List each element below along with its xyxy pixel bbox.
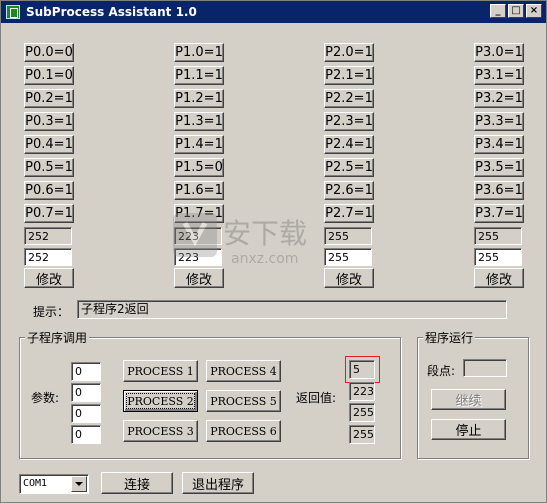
- port-p3-modify-button[interactable]: 修改: [474, 268, 524, 288]
- port-p0-input-field[interactable]: 252: [24, 248, 72, 266]
- port-p2-input-field[interactable]: 255: [324, 248, 372, 266]
- port-bit-p0-3-button[interactable]: P0.3=1: [24, 112, 74, 131]
- com-port-value: COM1: [23, 478, 48, 489]
- port-p3-input-field[interactable]: 255: [474, 248, 522, 266]
- run-group-title: 程序运行: [423, 329, 476, 346]
- port-bit-p1-3-button[interactable]: P1.3=1: [174, 112, 224, 131]
- close-button[interactable]: ×: [526, 4, 542, 18]
- port-bit-p1-1-button[interactable]: P1.1=1: [174, 66, 224, 85]
- port-bit-p1-7-button[interactable]: P1.7=1: [174, 204, 224, 223]
- port-bit-p0-2-button[interactable]: P0.2=1: [24, 89, 74, 108]
- return-highlight-box: [345, 356, 380, 383]
- hint-label: 提示：: [33, 305, 70, 319]
- breakpoint-label: 段点:: [427, 364, 456, 378]
- connect-button[interactable]: 连接: [101, 472, 173, 494]
- port-bit-p2-5-button[interactable]: P2.5=1: [324, 158, 374, 177]
- port-p2-modify-button[interactable]: 修改: [324, 268, 374, 288]
- port-bit-p0-0-button[interactable]: P0.0=0: [24, 43, 74, 62]
- exit-button[interactable]: 退出程序: [182, 472, 254, 494]
- stop-button[interactable]: 停止: [431, 419, 506, 440]
- chevron-down-icon[interactable]: [71, 476, 87, 492]
- port-bit-p0-1-button[interactable]: P0.1=0: [24, 66, 74, 85]
- return-value-2: 223: [349, 382, 375, 401]
- param-1-field[interactable]: 0: [71, 362, 101, 381]
- port-p3-current-value: 255: [474, 227, 522, 245]
- return-value-3: 255: [349, 403, 375, 422]
- app-window: SubProcess Assistant 1.0 _ □ × P0.0=0 P0.…: [0, 0, 547, 503]
- port-bit-p1-2-button[interactable]: P1.2=1: [174, 89, 224, 108]
- app-icon: [6, 5, 20, 19]
- port-bit-p0-4-button[interactable]: P0.4=1: [24, 135, 74, 154]
- continue-button[interactable]: 继续: [431, 389, 506, 410]
- port-bit-p1-0-button[interactable]: P1.0=1: [174, 43, 224, 62]
- process-4-button[interactable]: PROCESS 4: [206, 360, 281, 382]
- title-bar[interactable]: SubProcess Assistant 1.0 _ □ ×: [1, 1, 546, 23]
- port-bit-p2-4-button[interactable]: P2.4=1: [324, 135, 374, 154]
- maximize-button[interactable]: □: [508, 4, 524, 18]
- port-bit-p3-7-button[interactable]: P3.7=1: [474, 204, 524, 223]
- port-p0-modify-button[interactable]: 修改: [24, 268, 74, 288]
- param-4-field[interactable]: 0: [71, 425, 101, 444]
- port-bit-p1-6-button[interactable]: P1.6=1: [174, 181, 224, 200]
- port-bit-p1-5-button[interactable]: P1.5=0: [174, 158, 224, 177]
- port-bit-p2-2-button[interactable]: P2.2=1: [324, 89, 374, 108]
- subroutine-group-title: 子程序调用: [25, 329, 90, 346]
- port-bit-p2-0-button[interactable]: P2.0=1: [324, 43, 374, 62]
- port-bit-p2-3-button[interactable]: P2.3=1: [324, 112, 374, 131]
- process-6-button[interactable]: PROCESS 6: [206, 420, 281, 442]
- process-5-button[interactable]: PROCESS 5: [206, 390, 281, 412]
- window-title: SubProcess Assistant 1.0: [26, 5, 197, 19]
- process-2-button[interactable]: PROCESS 2: [123, 390, 198, 412]
- process-3-button[interactable]: PROCESS 3: [123, 420, 198, 442]
- params-label: 参数:: [31, 391, 60, 405]
- port-bit-p3-6-button[interactable]: P3.6=1: [474, 181, 524, 200]
- port-bit-p1-4-button[interactable]: P1.4=1: [174, 135, 224, 154]
- port-bit-p0-6-button[interactable]: P0.6=1: [24, 181, 74, 200]
- watermark-text-main: 安下载: [223, 217, 307, 250]
- watermark-text-url: anxz.com: [231, 251, 298, 267]
- port-p0-current-value: 252: [24, 227, 72, 245]
- port-p2-current-value: 255: [324, 227, 372, 245]
- param-2-field[interactable]: 0: [71, 383, 101, 402]
- port-bit-p3-4-button[interactable]: P3.4=1: [474, 135, 524, 154]
- port-p1-input-field[interactable]: 223: [174, 248, 222, 266]
- port-bit-p2-6-button[interactable]: P2.6=1: [324, 181, 374, 200]
- port-p1-current-value: 223: [174, 227, 222, 245]
- minimize-button[interactable]: _: [490, 4, 506, 18]
- param-3-field[interactable]: 0: [71, 404, 101, 423]
- port-bit-p3-5-button[interactable]: P3.5=1: [474, 158, 524, 177]
- port-bit-p3-3-button[interactable]: P3.3=1: [474, 112, 524, 131]
- breakpoint-field: [463, 359, 507, 377]
- hint-field: 子程序2返回: [77, 300, 507, 319]
- port-bit-p0-5-button[interactable]: P0.5=1: [24, 158, 74, 177]
- port-bit-p2-7-button[interactable]: P2.7=1: [324, 204, 374, 223]
- return-label: 返回值:: [296, 391, 337, 405]
- port-bit-p0-7-button[interactable]: P0.7=1: [24, 204, 74, 223]
- return-value-4: 255: [349, 425, 375, 444]
- port-bit-p3-1-button[interactable]: P3.1=1: [474, 66, 524, 85]
- port-bit-p3-2-button[interactable]: P3.2=1: [474, 89, 524, 108]
- com-port-select[interactable]: COM1: [19, 474, 89, 494]
- port-p1-modify-button[interactable]: 修改: [174, 268, 224, 288]
- port-bit-p3-0-button[interactable]: P3.0=1: [474, 43, 524, 62]
- port-bit-p2-1-button[interactable]: P2.1=1: [324, 66, 374, 85]
- process-1-button[interactable]: PROCESS 1: [123, 360, 198, 382]
